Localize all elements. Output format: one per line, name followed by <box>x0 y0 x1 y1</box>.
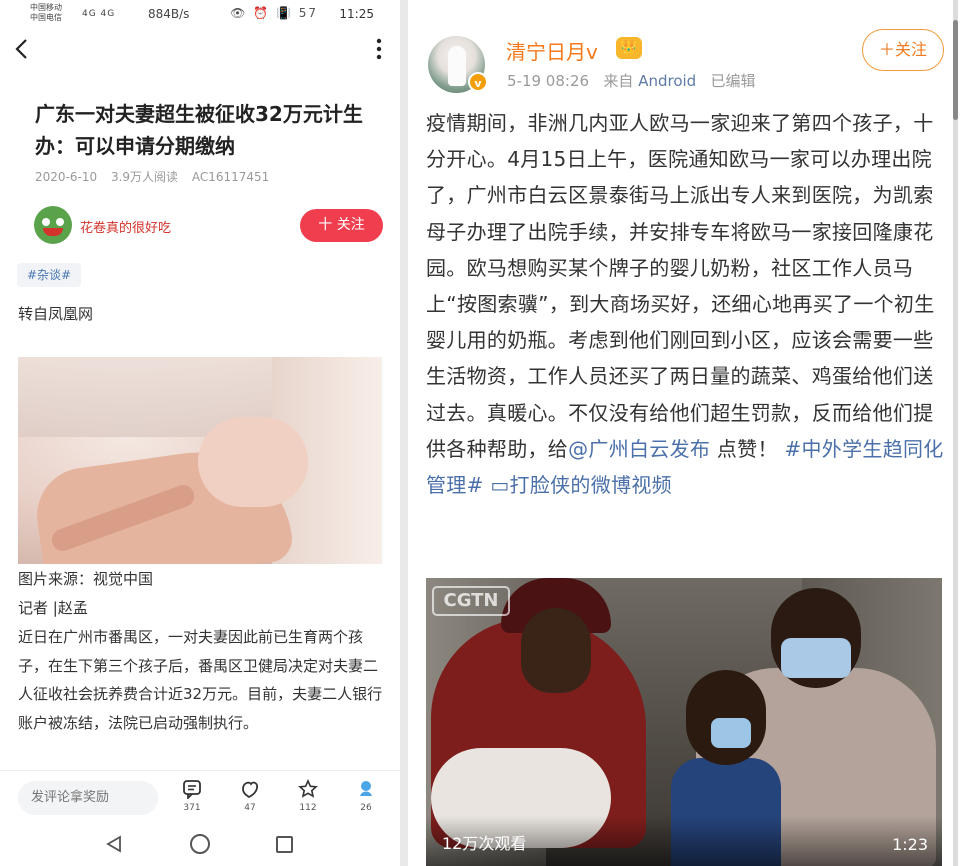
signal-icon: 4G 4G <box>82 9 116 19</box>
more-button[interactable] <box>374 38 384 64</box>
avatar-figure <box>448 46 466 86</box>
status-bar: 中国移动 中国电信 4G 4G 884B/s 👁 ⏰ 📳 57 11:25 <box>0 0 400 30</box>
video-boy-mask <box>711 718 751 748</box>
star-icon <box>288 779 328 801</box>
chevron-left-icon <box>15 39 27 59</box>
carrier-2: 中国电信 <box>30 13 62 22</box>
screenshot-collage: 中国移动 中国电信 4G 4G 884B/s 👁 ⏰ 📳 57 11:25 广东… <box>0 0 960 866</box>
repost-source: 转自凤凰网 <box>18 305 94 323</box>
status-icons: 👁 ⏰ 📳 57 <box>230 6 318 20</box>
weibo-post-screen: v 清宁日月v 👑 5-19 08:26 来自 Android 已编辑 ＋关注 … <box>408 0 960 866</box>
author-name[interactable]: 花卷真的很好吃 <box>80 217 171 236</box>
cgtn-logo: CGTN <box>432 586 510 616</box>
article-date: 2020-6-10 <box>35 170 98 184</box>
video-father-mask <box>781 638 851 678</box>
scrollbar-track[interactable] <box>953 0 958 866</box>
more-vertical-icon <box>376 38 382 60</box>
article-body: 近日在广州市番禺区，一对夫妻因此前已生育两个孩子，在生下第三个孩子后，番禺区卫健… <box>18 628 383 732</box>
post-meta: 5-19 08:26 来自 Android 已编辑 <box>507 70 756 91</box>
video-player[interactable]: CGTN 12万次观看 1:23 <box>426 578 942 866</box>
article-reads: 3.9万人阅读 <box>110 170 179 184</box>
article-id: AC16117451 <box>191 170 270 184</box>
topic-tag[interactable]: #杂谈# <box>17 263 82 287</box>
member-crown-icon: 👑 <box>616 37 642 59</box>
nav-back-button[interactable] <box>106 835 122 858</box>
article-meta: 2020-6-10 3.9万人阅读 AC16117451 <box>35 168 279 185</box>
share-icon <box>346 779 386 801</box>
like-button[interactable]: 47 <box>230 779 270 813</box>
system-nav-bar <box>0 826 400 866</box>
photo-baby-hand <box>198 417 308 507</box>
favorite-count: 112 <box>299 803 317 813</box>
post-text-tail: 点赞！ <box>710 436 785 461</box>
nav-recents-button[interactable] <box>276 836 293 853</box>
comment-count: 371 <box>183 803 201 813</box>
mention-link[interactable]: @广州白云发布 <box>568 437 710 461</box>
share-button[interactable]: 26 <box>346 779 386 813</box>
video-views: 12万次观看 <box>442 834 527 853</box>
carrier-1: 中国移动 <box>30 3 62 12</box>
like-count: 47 <box>244 803 256 813</box>
follow-button[interactable]: 十 关注 <box>300 209 383 242</box>
avatar-mouth <box>43 228 63 236</box>
like-icon <box>230 779 270 801</box>
back-button[interactable] <box>14 38 34 64</box>
triangle-back-icon <box>106 835 121 853</box>
article-screen: 中国移动 中国电信 4G 4G 884B/s 👁 ⏰ 📳 57 11:25 广东… <box>0 0 400 866</box>
post-time: 5-19 08:26 <box>507 72 590 90</box>
author-avatar[interactable] <box>34 206 72 244</box>
article-title: 广东一对夫妻超生被征收32万元计生办：可以申请分期缴纳 <box>35 102 363 158</box>
comment-input[interactable] <box>18 781 158 815</box>
scrollbar-thumb[interactable] <box>953 20 958 120</box>
verified-badge-icon: v <box>468 72 488 92</box>
share-count: 26 <box>360 803 372 813</box>
post-source-prefix: 来自 <box>603 72 634 90</box>
clock: 11:25 <box>339 7 374 21</box>
carrier-labels: 中国移动 中国电信 <box>30 3 62 23</box>
post-source[interactable]: Android <box>638 72 696 90</box>
comment-icon <box>172 779 212 801</box>
bottom-action-bar: 371 47 112 26 <box>0 770 400 826</box>
avatar-eye <box>56 218 64 226</box>
network-speed: 884B/s <box>148 7 190 21</box>
user-name[interactable]: 清宁日月v <box>506 36 598 65</box>
post-body: 疫情期间，非洲几内亚人欧马一家迎来了第四个孩子，十分开心。4月15日上午，医院通… <box>426 105 950 503</box>
avatar-eye <box>42 218 50 226</box>
photo-caption: 图片来源：视觉中国 <box>18 570 154 588</box>
post-text: 疫情期间，非洲几内亚人欧马一家迎来了第四个孩子，十分开心。4月15日上午，医院通… <box>426 111 935 461</box>
video-mother-face <box>521 608 591 693</box>
video-link[interactable]: ▭打脸侠的微博视频 <box>484 473 672 497</box>
video-duration: 1:23 <box>892 835 928 854</box>
follow-button[interactable]: ＋关注 <box>862 29 944 71</box>
article-photo <box>18 357 382 564</box>
reporter-line: 记者 |赵孟 <box>18 599 88 617</box>
favorite-button[interactable]: 112 <box>288 779 328 813</box>
comment-button[interactable]: 371 <box>172 779 212 813</box>
post-edited: 已编辑 <box>710 72 756 90</box>
nav-home-button[interactable] <box>190 834 210 854</box>
